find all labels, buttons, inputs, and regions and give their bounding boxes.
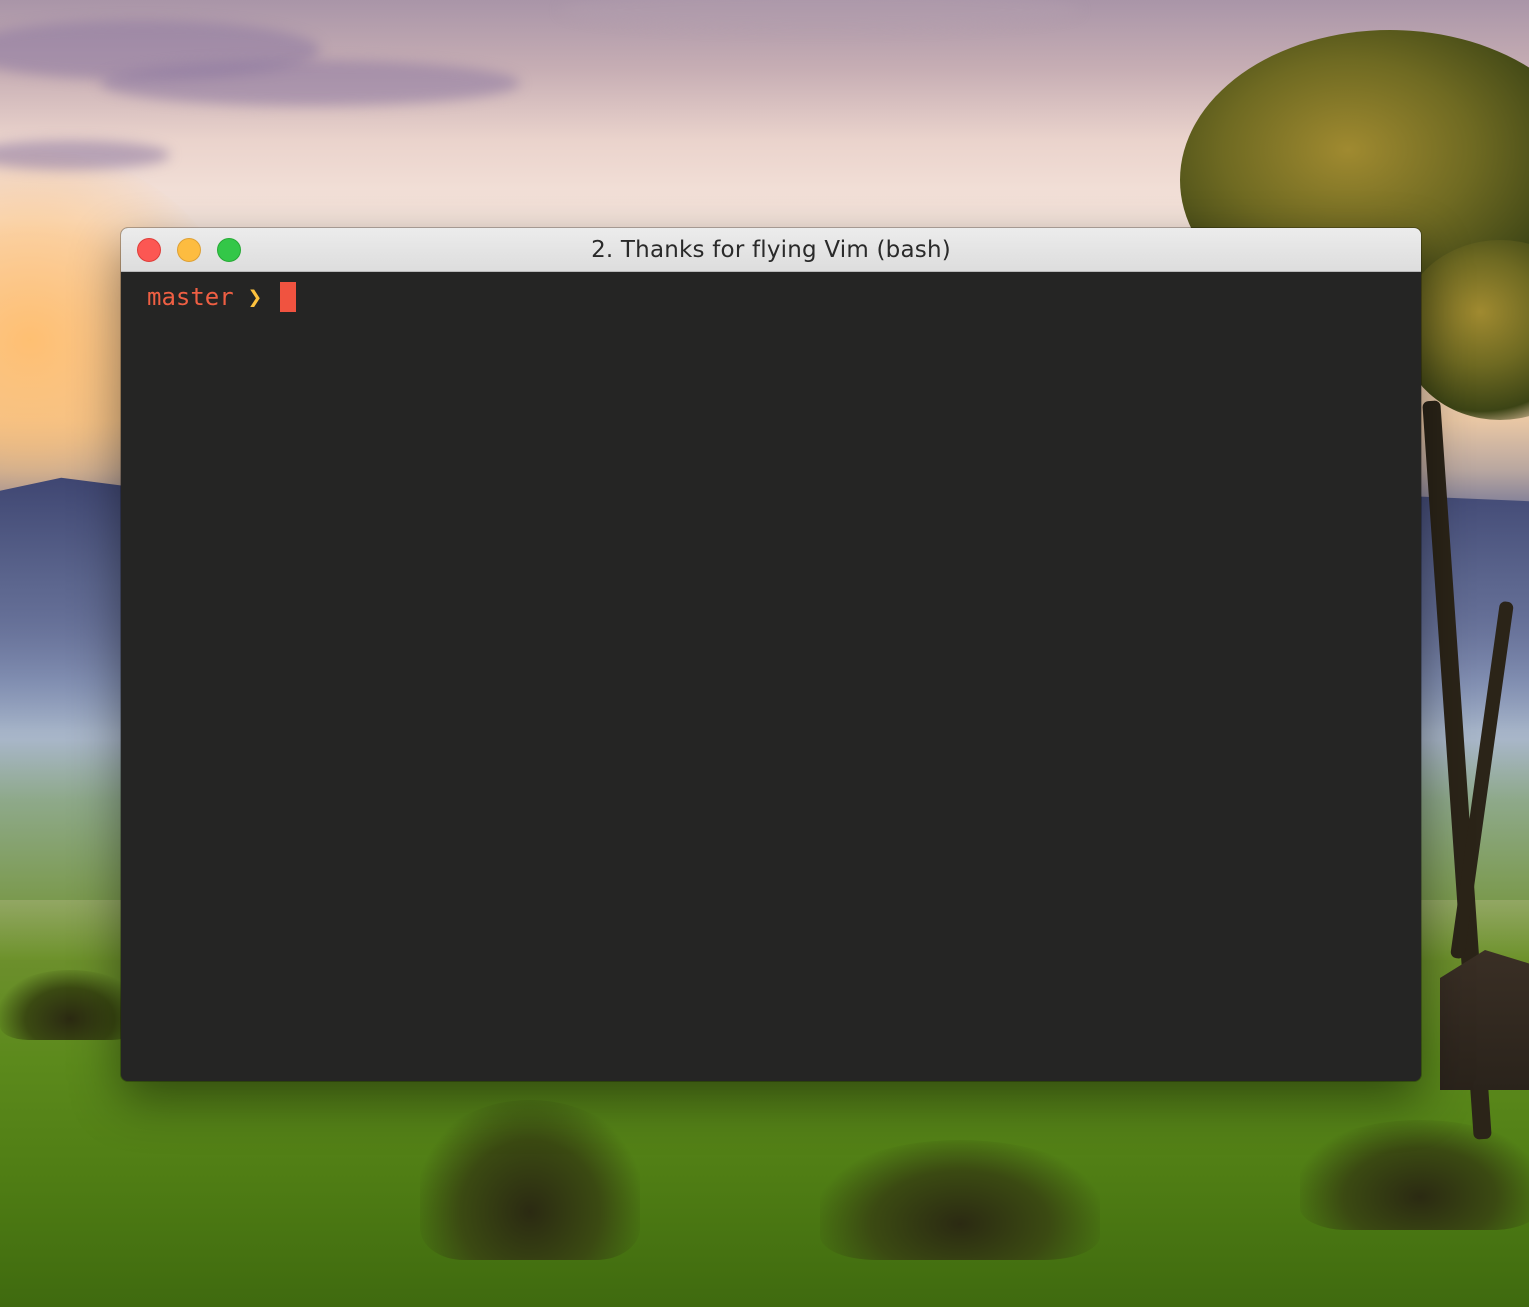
prompt-chevron-icon: ❯ <box>247 283 263 311</box>
window-title: 2. Thanks for flying Vim (bash) <box>591 237 951 263</box>
git-branch-label: master <box>147 283 234 311</box>
terminal-window: 2. Thanks for flying Vim (bash) master ❯ <box>121 228 1421 1081</box>
wallpaper-grass-tuft <box>0 970 140 1040</box>
wallpaper-grass-tuft <box>420 1100 640 1260</box>
wallpaper-grass-tuft <box>820 1140 1100 1260</box>
window-titlebar[interactable]: 2. Thanks for flying Vim (bash) <box>121 228 1421 272</box>
wallpaper-cloud <box>0 140 170 170</box>
shell-prompt: master ❯ <box>147 280 297 314</box>
wallpaper-cloud <box>100 60 520 106</box>
text-cursor <box>280 282 297 312</box>
wallpaper-cloud <box>560 0 1080 30</box>
wallpaper-grass-tuft <box>1300 1120 1529 1230</box>
terminal-content[interactable]: master ❯ <box>121 272 1421 1081</box>
wallpaper-hut <box>1440 950 1529 1090</box>
